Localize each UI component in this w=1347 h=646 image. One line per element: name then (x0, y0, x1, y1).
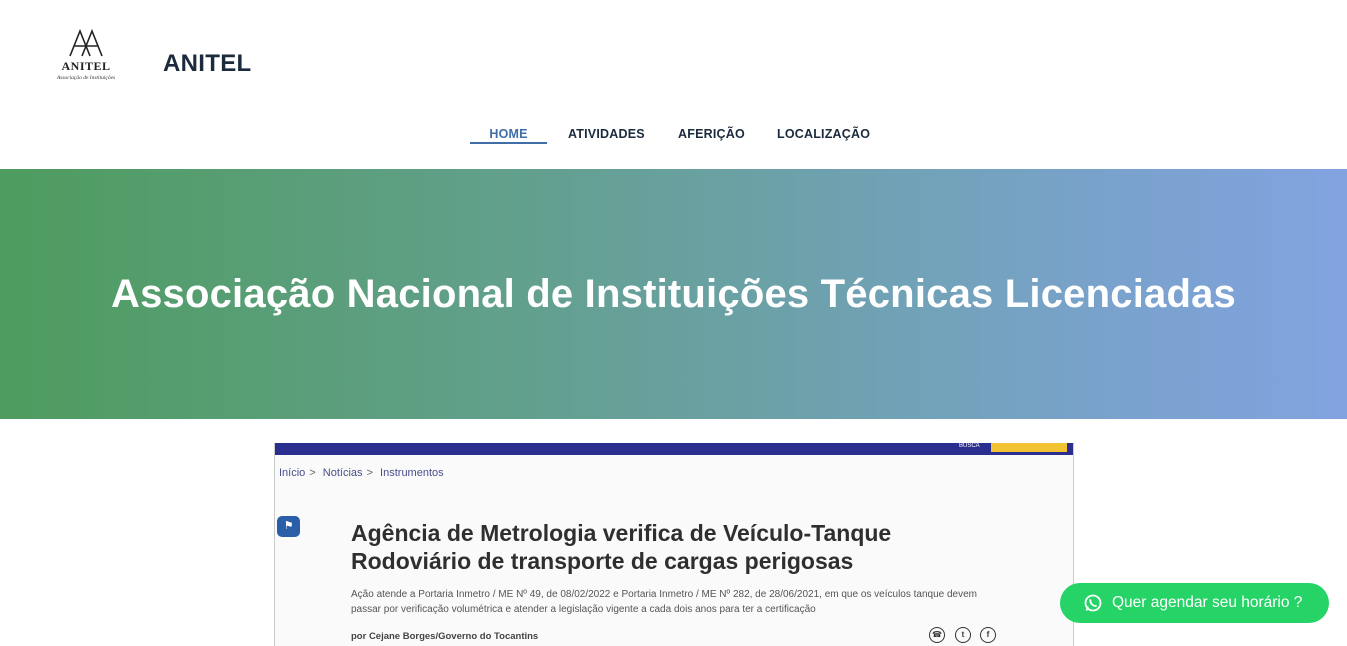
logo-mark-icon (69, 28, 103, 57)
whatsapp-button-label: Quer agendar seu horário ? (1112, 594, 1303, 611)
article-author: por Cejane Borges/Governo do Tocantins (351, 631, 539, 642)
accessibility-icon: ⚑ (277, 516, 300, 537)
site-header: ANITEL Associação de Instituições ANITEL… (0, 0, 1347, 169)
site-title[interactable]: ANITEL (163, 50, 251, 78)
hero-title: Associação Nacional de Instituições Técn… (111, 272, 1236, 316)
search-label: BUSCA (959, 443, 980, 449)
nav-item-home[interactable]: HOME (470, 127, 547, 141)
nav-item-atividades[interactable]: ATIVIDADES (568, 127, 645, 141)
nav-item-afericao[interactable]: AFERIÇÃO (678, 127, 745, 141)
whatsapp-schedule-button[interactable]: Quer agendar seu horário ? (1060, 583, 1329, 623)
breadcrumb-item: Início (279, 467, 306, 479)
article-title: Agência de Metrologia verifica de Veícul… (351, 520, 892, 574)
logo-tagline: Associação de Instituições (56, 75, 116, 81)
article-topbar: BUSCA (275, 443, 1073, 455)
breadcrumb-item: Instrumentos (380, 467, 444, 479)
site-logo[interactable]: ANITEL Associação de Instituições (40, 28, 132, 98)
logo-word: ANITEL (61, 59, 111, 73)
nav-item-localizacao[interactable]: LOCALIZAÇÃO (777, 127, 870, 141)
article-lead: Ação atende a Portaria Inmetro / ME Nº 4… (351, 589, 978, 615)
search-box (991, 443, 1067, 452)
whatsapp-icon: ☎ (929, 627, 945, 643)
facebook-icon: f (980, 627, 996, 643)
breadcrumb-item: Notícias (322, 467, 363, 479)
article-screenshot: BUSCA Início > Notícias > Instrumentos ⚑ A… (274, 443, 1074, 646)
main-nav: HOME ATIVIDADES AFERIÇÃO LOCALIZAÇÃO (0, 125, 1347, 149)
whatsapp-icon (1084, 594, 1102, 612)
hero-banner: Associação Nacional de Instituições Técn… (0, 169, 1347, 419)
twitter-icon: t (955, 627, 971, 643)
nav-active-underline (470, 142, 547, 144)
breadcrumb: Início > Notícias > Instrumentos (279, 467, 444, 479)
